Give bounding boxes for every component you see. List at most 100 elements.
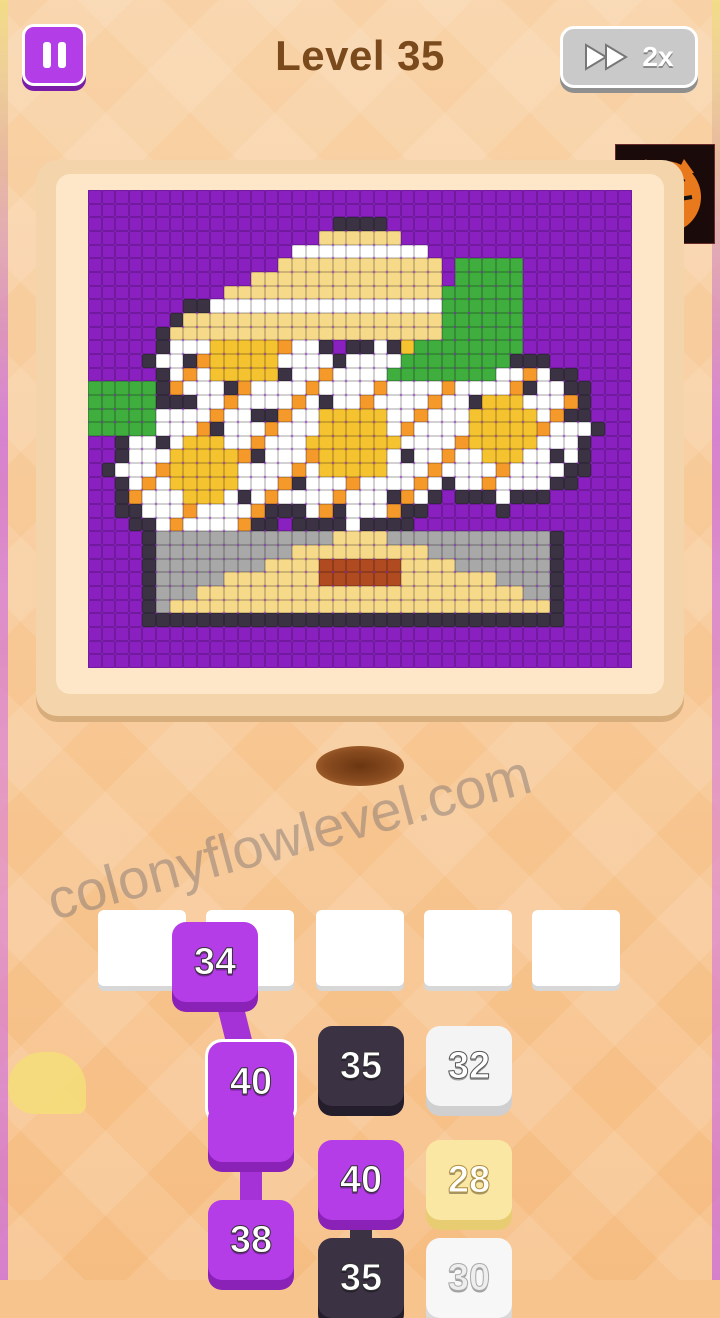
pixel-cell xyxy=(264,394,279,409)
pixel-cell xyxy=(550,394,564,409)
pixel-cell xyxy=(278,230,292,245)
pixel-cell xyxy=(319,271,333,286)
pixel-cell xyxy=(346,312,360,327)
pixel-cell xyxy=(264,640,279,655)
pixel-cell xyxy=(618,490,632,505)
pixel-cell xyxy=(387,285,401,300)
pixel-cell xyxy=(156,463,170,477)
pixel-cell xyxy=(251,640,265,655)
pixel-cell xyxy=(237,476,252,491)
token-35[interactable]: 35 xyxy=(318,1026,404,1106)
pixel-cell xyxy=(441,285,456,300)
pixel-cell xyxy=(88,353,102,368)
pixel-cell xyxy=(550,244,564,259)
pixel-cell xyxy=(292,271,306,286)
pixel-cell xyxy=(142,340,156,354)
pixel-cell xyxy=(115,394,129,409)
pixel-cell xyxy=(142,299,156,313)
slot-5[interactable] xyxy=(532,910,620,986)
pixel-cell xyxy=(550,190,564,204)
pixel-cell xyxy=(224,217,238,231)
pixel-cell xyxy=(305,244,320,259)
pixel-cell xyxy=(496,408,510,423)
pixel-cell xyxy=(183,586,197,600)
pixel-cell xyxy=(128,299,143,313)
pixel-cell xyxy=(210,394,224,409)
token-32[interactable]: 32 xyxy=(426,1026,512,1106)
pixel-cell xyxy=(251,230,265,245)
slot-4[interactable] xyxy=(424,910,512,986)
pixel-cell xyxy=(115,258,129,272)
pixel-cell xyxy=(183,340,197,354)
pixel-cell xyxy=(142,271,156,286)
pixel-cell xyxy=(319,340,333,354)
pixel-cell xyxy=(183,545,197,559)
pixel-cell xyxy=(237,654,252,668)
pixel-cell xyxy=(292,422,306,436)
pixel-cell xyxy=(400,258,415,272)
pixel-cell xyxy=(251,586,265,600)
pixel-cell xyxy=(278,572,292,587)
token-28[interactable]: 28 xyxy=(426,1140,512,1220)
pixel-cell xyxy=(468,476,483,491)
pixel-cell xyxy=(237,531,252,546)
pixel-cell xyxy=(251,217,265,231)
pixel-cell xyxy=(550,258,564,272)
pixel-cell xyxy=(482,217,496,231)
pixel-cell xyxy=(101,627,116,641)
pixel-cell xyxy=(604,217,619,231)
pixel-cell xyxy=(496,435,510,450)
pixel-cell xyxy=(428,299,442,313)
pixel-cell xyxy=(88,312,102,327)
pixel-cell xyxy=(577,394,592,409)
token-35-lower[interactable]: 35 xyxy=(318,1238,404,1318)
token-stack-purple[interactable] xyxy=(208,1104,294,1162)
pixel-cell xyxy=(618,203,632,218)
pixel-cell xyxy=(441,422,456,436)
pixel-cell xyxy=(224,326,238,341)
pixel-cell xyxy=(142,230,156,245)
pixel-cell xyxy=(455,299,469,313)
pixel-cell xyxy=(604,271,619,286)
pixel-cell xyxy=(441,531,456,546)
pixel-cell xyxy=(482,435,496,450)
pixel-cell xyxy=(591,271,605,286)
pixel-cell xyxy=(400,531,415,546)
pixel-cell xyxy=(564,340,578,354)
pixel-cell xyxy=(264,408,279,423)
pixel-cell xyxy=(387,504,401,518)
pixel-cell xyxy=(400,285,415,300)
pixel-cell xyxy=(278,586,292,600)
pixel-cell xyxy=(482,340,496,354)
pixel-cell xyxy=(142,504,156,518)
token-30[interactable]: 30 xyxy=(426,1238,512,1318)
pixel-cell xyxy=(196,435,211,450)
pixel-cell xyxy=(305,558,320,573)
pixel-cell xyxy=(414,586,428,600)
token-38[interactable]: 38 xyxy=(208,1200,294,1280)
pixel-cell xyxy=(319,463,333,477)
pixel-cell xyxy=(536,244,551,259)
pixel-cell xyxy=(101,572,116,587)
pixel-cell xyxy=(550,572,564,587)
speed-button[interactable]: 2x xyxy=(560,26,698,88)
pixel-cell xyxy=(319,599,333,614)
pixel-cell xyxy=(142,558,156,573)
pixel-cell xyxy=(88,408,102,423)
pixel-cell xyxy=(88,640,102,655)
pixel-cell xyxy=(604,299,619,313)
pixel-cell xyxy=(441,190,456,204)
token-40[interactable]: 40 xyxy=(318,1140,404,1220)
pixel-cell xyxy=(455,367,469,382)
pixel-cell xyxy=(101,640,116,655)
pixel-cell xyxy=(536,504,551,518)
pixel-cell xyxy=(278,640,292,655)
pixel-cell xyxy=(115,190,129,204)
pixel-cell xyxy=(251,476,265,491)
slot-3[interactable] xyxy=(316,910,404,986)
pixel-cell xyxy=(278,558,292,573)
pixel-cell xyxy=(455,435,469,450)
token-34[interactable]: 34 xyxy=(172,922,258,1002)
pixel-cell xyxy=(414,517,428,532)
pixel-cell xyxy=(455,353,469,368)
